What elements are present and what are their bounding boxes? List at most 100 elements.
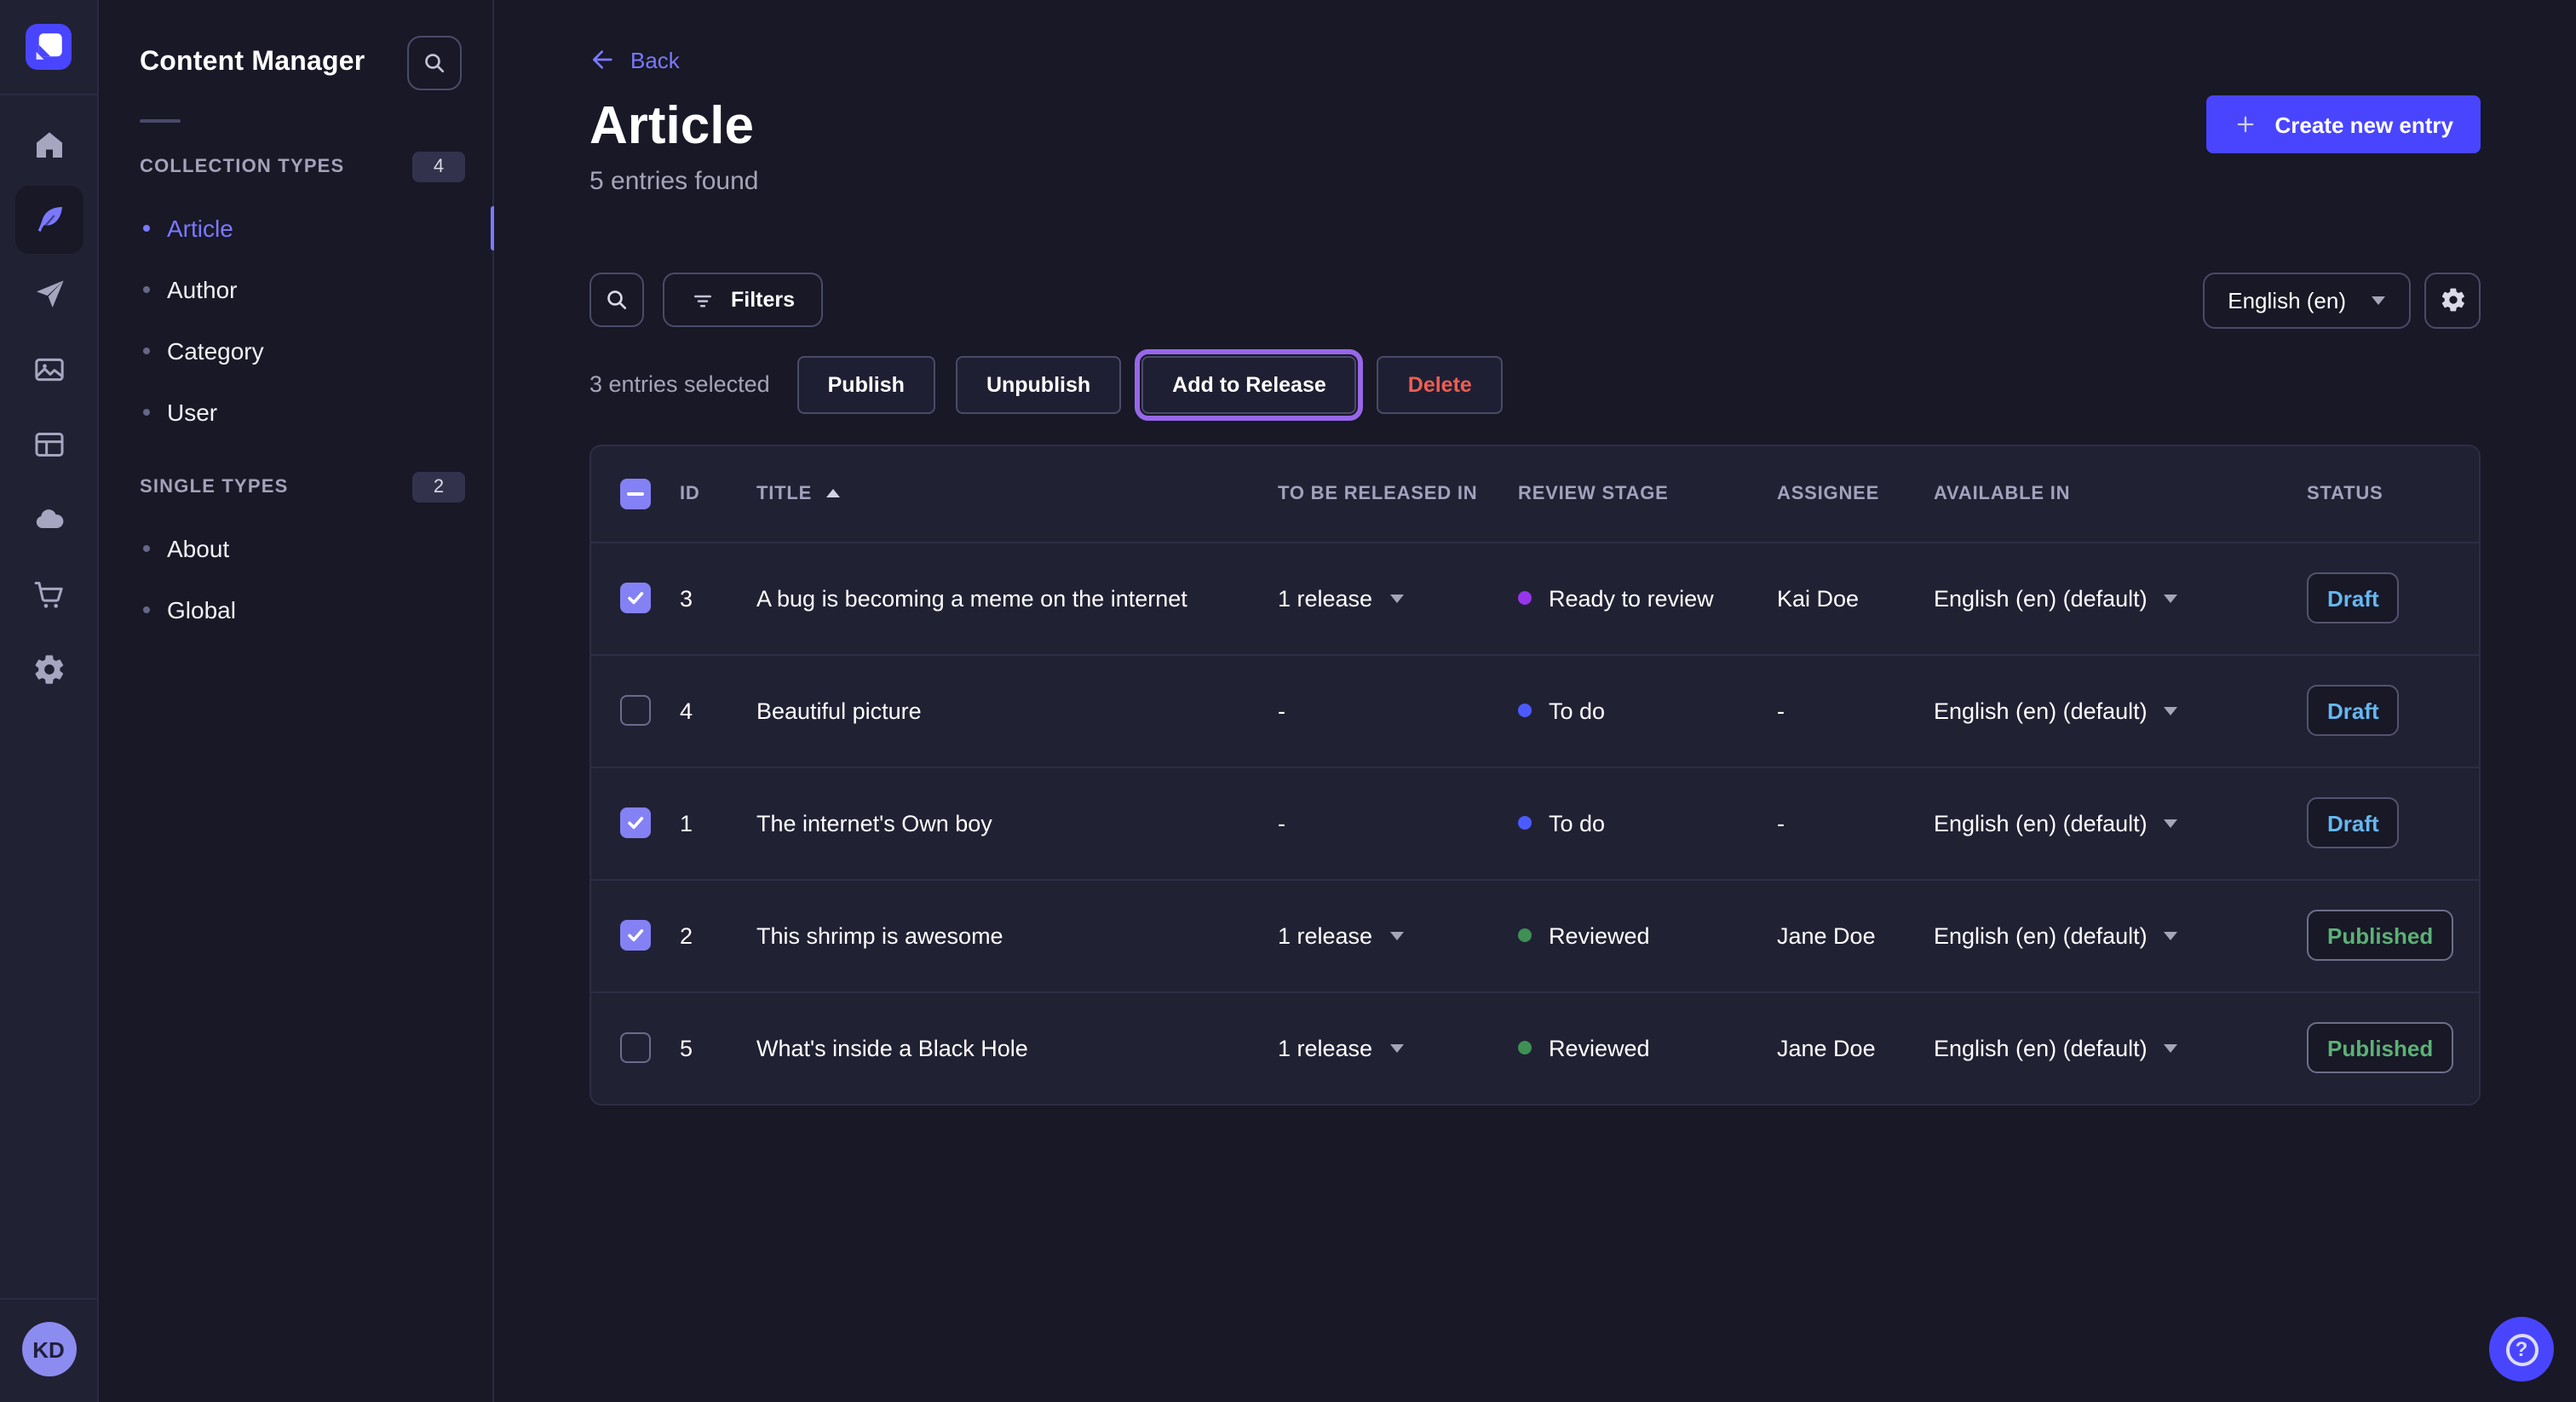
filters-button[interactable]: Filters — [663, 273, 822, 327]
column-status: STATUS — [2307, 483, 2479, 503]
table-row[interactable]: 4 Beautiful picture - To do - English (e… — [591, 653, 2479, 766]
column-available-in: AVAILABLE IN — [1934, 483, 2307, 503]
column-review-stage: REVIEW STAGE — [1518, 483, 1777, 503]
collection-types-label: COLLECTION TYPES — [140, 157, 344, 177]
settings-gear-icon[interactable] — [14, 635, 83, 704]
table-row[interactable]: 3 A bug is becoming a meme on the intern… — [591, 541, 2479, 653]
media-library-icon[interactable] — [14, 336, 83, 404]
collection-types-count: 4 — [412, 152, 465, 182]
cell-locale-dropdown[interactable]: English (en) (default) — [1934, 810, 2307, 836]
delete-button[interactable]: Delete — [1377, 355, 1503, 413]
single-types-label: SINGLE TYPES — [140, 477, 289, 497]
table-row[interactable]: 1 The internet's Own boy - To do - Engli… — [591, 766, 2479, 878]
home-icon[interactable] — [14, 111, 83, 179]
stage-label: To do — [1549, 698, 1605, 723]
cell-id: 1 — [680, 810, 756, 836]
view-settings-button[interactable] — [2424, 272, 2481, 328]
check-icon — [625, 925, 646, 945]
strapi-logo[interactable] — [26, 24, 72, 70]
stage-dot-icon — [1518, 591, 1532, 605]
help-button[interactable]: ? — [2489, 1317, 2554, 1382]
selection-bar: 3 entries selected Publish Unpublish Add… — [589, 355, 2481, 413]
row-checkbox[interactable] — [620, 583, 651, 613]
locale-value: English (en) (default) — [1934, 922, 2148, 948]
rail-bottom: KD — [0, 1298, 97, 1402]
entries-count: 5 entries found — [589, 166, 2481, 195]
cell-locale-dropdown[interactable]: English (en) (default) — [1934, 1035, 2307, 1060]
unpublish-button[interactable]: Unpublish — [956, 355, 1121, 413]
filters-label: Filters — [731, 288, 795, 312]
row-checkbox[interactable] — [620, 695, 651, 726]
cell-title: The internet's Own boy — [756, 810, 1278, 836]
cell-locale-dropdown[interactable]: English (en) (default) — [1934, 585, 2307, 611]
cell-locale-dropdown[interactable]: English (en) (default) — [1934, 922, 2307, 948]
user-avatar[interactable]: KD — [21, 1322, 76, 1376]
main-nav-rail: KD — [0, 0, 99, 1402]
content-manager-sidebar: Content Manager COLLECTION TYPES 4 Artic… — [99, 0, 494, 1402]
row-checkbox[interactable] — [620, 807, 651, 838]
column-id: ID — [680, 483, 756, 503]
chevron-down-icon — [2165, 819, 2178, 827]
locale-select[interactable]: English (en) — [2202, 272, 2411, 328]
sidebar-item-about[interactable]: About — [99, 518, 492, 579]
single-types-count: 2 — [412, 472, 465, 503]
sidebar-item-global[interactable]: Global — [99, 579, 492, 641]
locale-value: English (en) (default) — [1934, 698, 2148, 723]
cell-assignee: - — [1777, 810, 1934, 836]
sidebar-search-button[interactable] — [407, 36, 462, 90]
sidebar-item-label: Author — [167, 276, 238, 303]
plus-icon — [2234, 112, 2257, 136]
bullet-icon — [143, 225, 150, 232]
back-arrow-icon — [589, 46, 617, 73]
column-title-sort[interactable]: TITLE — [756, 483, 839, 503]
column-to-be-released-in: TO BE RELEASED IN — [1278, 483, 1518, 503]
back-link[interactable]: Back — [589, 46, 680, 73]
bullet-icon — [143, 348, 150, 354]
sidebar-item-article[interactable]: Article — [99, 198, 492, 259]
column-assignee: ASSIGNEE — [1777, 483, 1934, 503]
table-row[interactable]: 5 What's inside a Black Hole 1 release R… — [591, 991, 2479, 1103]
status-badge: Draft — [2307, 685, 2400, 736]
releases-icon[interactable] — [14, 261, 83, 329]
cell-locale-dropdown[interactable]: English (en) (default) — [1934, 698, 2307, 723]
cell-review-stage: Ready to review — [1518, 585, 1777, 611]
sidebar-item-label: Article — [167, 215, 233, 242]
cell-title: What's inside a Black Hole — [756, 1035, 1278, 1060]
cell-release-dropdown[interactable]: 1 release — [1278, 922, 1518, 948]
chevron-down-icon — [1389, 931, 1403, 939]
stage-label: Reviewed — [1549, 1035, 1650, 1060]
status-badge: Draft — [2307, 572, 2400, 623]
cell-release-dropdown[interactable]: 1 release — [1278, 1035, 1518, 1060]
search-icon — [603, 286, 630, 313]
sidebar-item-author[interactable]: Author — [99, 259, 492, 320]
row-checkbox[interactable] — [620, 1032, 651, 1063]
cell-title: Beautiful picture — [756, 698, 1278, 723]
stage-label: Reviewed — [1549, 922, 1650, 948]
marketplace-cart-icon[interactable] — [14, 560, 83, 629]
sidebar-item-category[interactable]: Category — [99, 320, 492, 382]
stage-label: Ready to review — [1549, 585, 1714, 611]
search-button[interactable] — [589, 273, 644, 327]
sidebar-item-user[interactable]: User — [99, 382, 492, 443]
row-checkbox[interactable] — [620, 920, 651, 951]
create-new-entry-button[interactable]: Create new entry — [2206, 95, 2481, 153]
cell-assignee: Jane Doe — [1777, 1035, 1934, 1060]
check-icon — [625, 813, 646, 833]
chevron-down-icon — [1389, 594, 1403, 602]
content-manager-icon[interactable] — [14, 186, 83, 254]
chevron-down-icon — [2165, 594, 2178, 602]
content-type-builder-icon[interactable] — [14, 411, 83, 479]
sidebar-item-label: Global — [167, 596, 236, 623]
release-value: 1 release — [1278, 585, 1372, 611]
cell-review-stage: Reviewed — [1518, 1035, 1777, 1060]
table-row[interactable]: 2 This shrimp is awesome 1 release Revie… — [591, 878, 2479, 991]
entries-table: ID TITLE TO BE RELEASED IN REVIEW STAGE … — [589, 444, 2481, 1105]
cloud-icon[interactable] — [14, 486, 83, 554]
add-to-release-button[interactable]: Add to Release — [1141, 355, 1357, 413]
cell-release-dropdown[interactable]: 1 release — [1278, 585, 1518, 611]
collection-types-section: COLLECTION TYPES 4 Article Author Catego… — [99, 152, 492, 443]
publish-button[interactable]: Publish — [797, 355, 935, 413]
indeterminate-dash-icon — [627, 491, 644, 495]
filter-icon — [690, 287, 716, 313]
select-all-checkbox[interactable] — [620, 478, 651, 509]
